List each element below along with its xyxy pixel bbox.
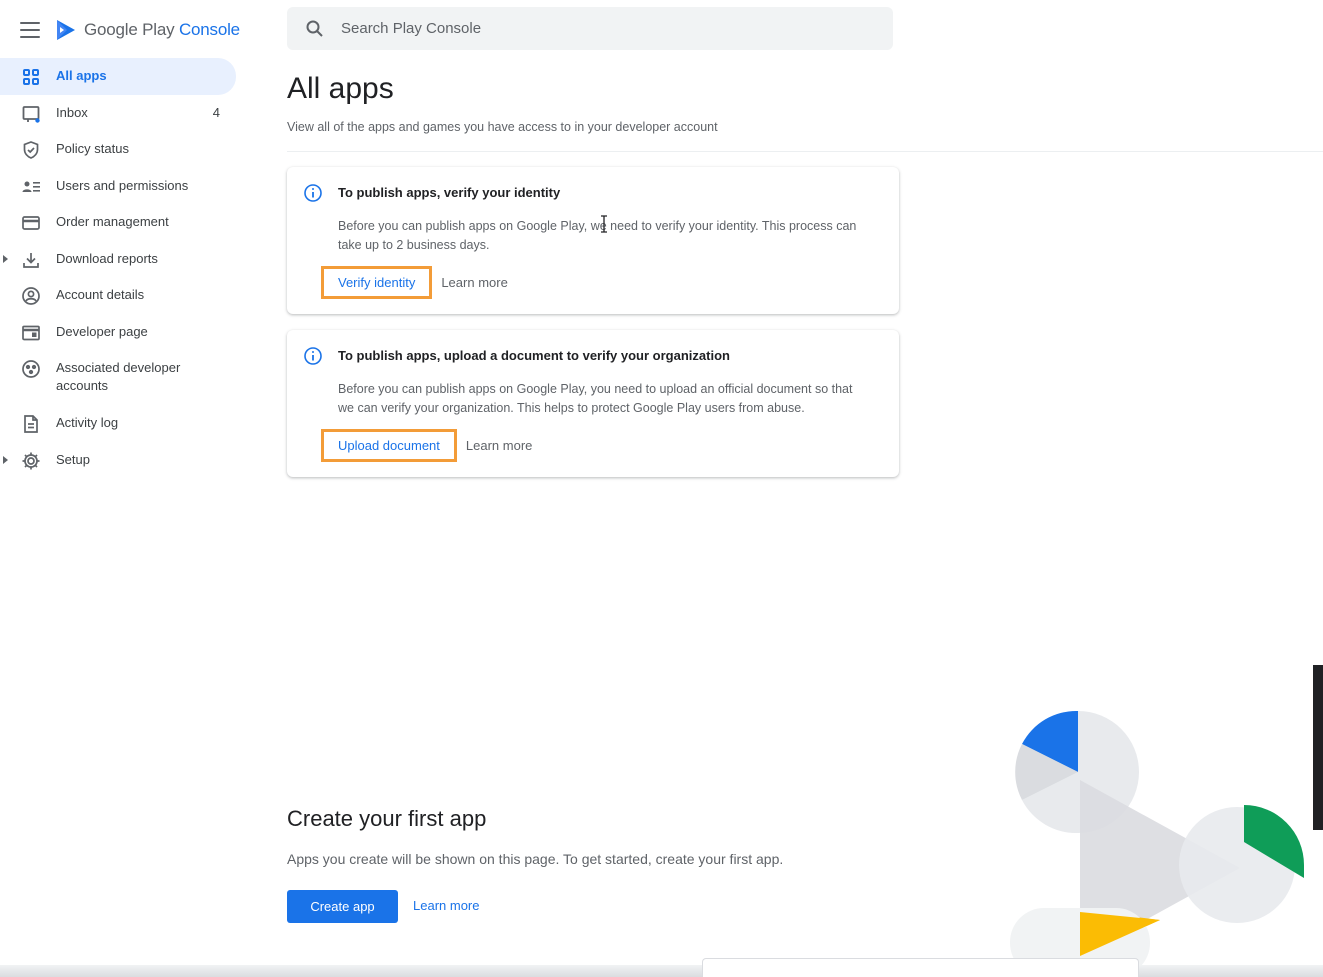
learn-more-link[interactable]: Learn more <box>441 275 507 290</box>
create-app-button[interactable]: Create app <box>287 890 398 923</box>
page-title: All apps <box>287 72 394 105</box>
sidebar-item-label: Developer page <box>56 323 148 339</box>
brand-header: Google Play Console <box>20 14 240 46</box>
sidebar-item-label: Users and permissions <box>56 177 189 193</box>
card-actions: Verify identity Learn more <box>321 266 508 299</box>
hamburger-menu-icon[interactable] <box>20 22 40 38</box>
card-title: To publish apps, upload a document to ve… <box>338 348 730 363</box>
text-cursor-icon <box>601 215 607 233</box>
expand-arrow-icon[interactable] <box>3 455 8 464</box>
create-app-title: Create your first app <box>287 806 487 831</box>
verify-identity-button[interactable]: Verify identity <box>321 266 433 299</box>
brand-name-accent: Console <box>178 20 240 39</box>
gear-icon <box>22 452 40 469</box>
sidebar-item-users-and-permissions[interactable]: Users and permissions <box>0 168 236 205</box>
create-app-description: Apps you create will be shown on this pa… <box>287 851 784 867</box>
brand-name-prefix: Google Play <box>84 20 175 39</box>
sidebar-item-developer-page[interactable]: Developer page <box>0 314 236 351</box>
search-input[interactable] <box>341 20 861 37</box>
sidebar-item-setup[interactable]: Setup <box>0 442 236 479</box>
sidebar-item-account-details[interactable]: Account details <box>0 277 236 314</box>
inbox-count-badge: 4 <box>212 104 220 120</box>
shield-icon <box>23 141 39 159</box>
page-subtitle: View all of the apps and games you have … <box>287 120 718 134</box>
brand-name[interactable]: Google Play Console <box>84 20 240 40</box>
decorative-illustration <box>1010 710 1304 977</box>
sidebar-item-label: Account details <box>56 287 145 302</box>
learn-more-link[interactable]: Learn more <box>466 438 532 453</box>
sidebar-item-label: Setup <box>56 451 90 467</box>
sidebar-item-label: Order management <box>56 214 169 229</box>
sidebar: Google Play Console All apps Inbox 4 Pol… <box>0 0 250 977</box>
card-actions: Upload document Learn more <box>321 429 532 462</box>
account-circle-icon <box>22 287 40 305</box>
info-icon <box>304 184 322 202</box>
users-icon <box>22 181 40 192</box>
card-body: Before you can publish apps on Google Pl… <box>338 382 853 415</box>
sidebar-item-all-apps[interactable]: All apps <box>0 58 236 95</box>
search-bar[interactable] <box>287 7 893 50</box>
search-icon[interactable] <box>305 19 325 39</box>
credit-card-icon <box>22 216 40 230</box>
expand-arrow-icon[interactable] <box>3 254 8 263</box>
grid-icon <box>23 69 39 85</box>
sidebar-item-label: Download reports <box>56 250 158 266</box>
sidebar-item-associated-developer-accounts[interactable]: Associated developer accounts <box>0 350 236 405</box>
sidebar-item-label: All apps <box>56 68 107 83</box>
sidebar-item-activity-log[interactable]: Activity log <box>0 405 236 442</box>
create-app-learn-more-link[interactable]: Learn more <box>413 898 479 913</box>
sidebar-item-policy-status[interactable]: Policy status <box>0 131 236 168</box>
popup-edge <box>702 958 1139 977</box>
verify-identity-card: To publish apps, verify your identity Be… <box>287 167 899 314</box>
sidebar-item-inbox[interactable]: Inbox 4 <box>0 95 236 132</box>
document-icon <box>24 415 38 433</box>
inbox-icon <box>22 105 40 123</box>
sidebar-item-label: Policy status <box>56 141 129 156</box>
upload-document-card: To publish apps, upload a document to ve… <box>287 330 899 477</box>
associated-accounts-icon <box>22 360 40 378</box>
play-console-logo <box>57 20 75 40</box>
sidebar-item-order-management[interactable]: Order management <box>0 204 236 241</box>
sidebar-nav: All apps Inbox 4 Policy status Users and… <box>0 58 236 478</box>
sidebar-item-label: Associated developer accounts <box>56 360 181 393</box>
upload-document-button[interactable]: Upload document <box>321 429 457 462</box>
side-panel-edge <box>1313 665 1323 830</box>
sidebar-item-label: Inbox <box>56 104 88 120</box>
header-divider <box>287 151 1323 152</box>
sidebar-item-download-reports[interactable]: Download reports <box>0 241 236 278</box>
download-icon <box>23 252 39 268</box>
sidebar-item-label: Activity log <box>56 415 119 430</box>
web-page-icon <box>22 325 40 340</box>
info-icon <box>304 347 322 365</box>
card-title: To publish apps, verify your identity <box>338 185 561 200</box>
